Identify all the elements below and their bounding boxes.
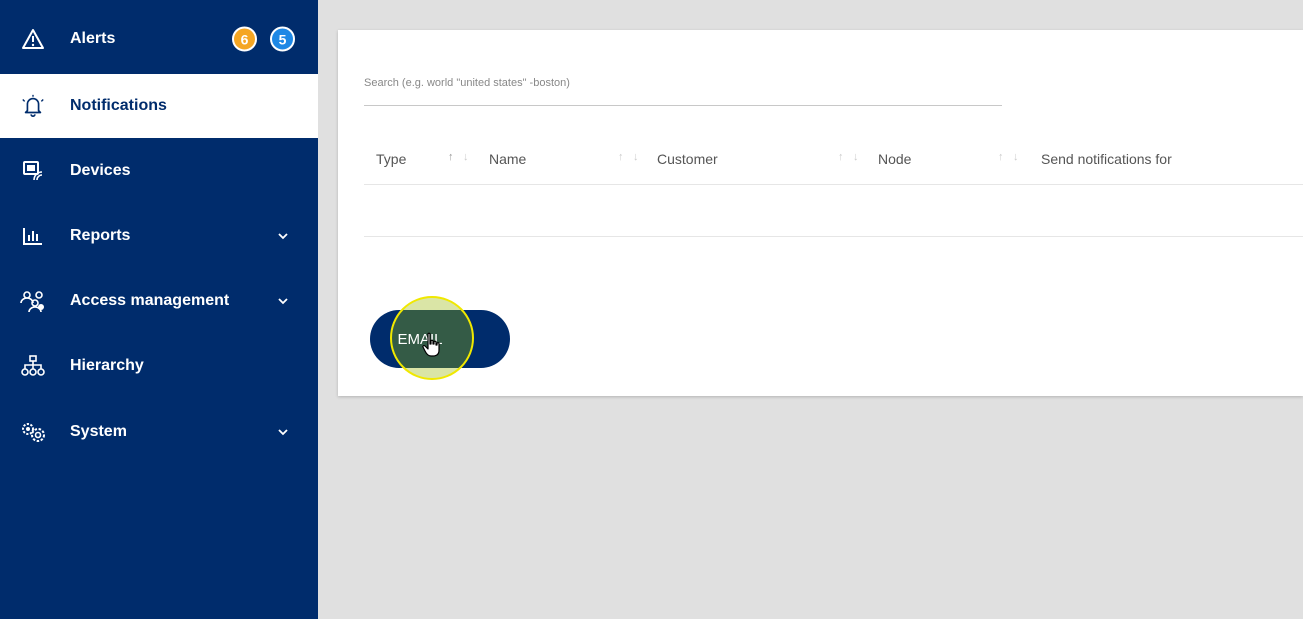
bell-icon bbox=[20, 93, 46, 119]
sidebar-item-label: Devices bbox=[70, 162, 131, 179]
column-header-type[interactable]: Type bbox=[376, 151, 406, 167]
sidebar-item-label: Alerts bbox=[70, 30, 116, 47]
sidebar-item-label: Hierarchy bbox=[70, 357, 144, 374]
table-empty-row-divider bbox=[364, 236, 1303, 237]
sort-desc-icon[interactable]: ↓ bbox=[1013, 151, 1019, 163]
sidebar-item-label: Reports bbox=[70, 227, 131, 244]
notifications-panel: Type ↑ ↓ Name ↑ ↓ Customer ↑ ↓ Node ↑ ↓ … bbox=[338, 30, 1303, 396]
sort-asc-icon[interactable]: ↑ bbox=[998, 151, 1004, 163]
warning-icon bbox=[20, 26, 46, 52]
sidebar-item-devices[interactable]: Devices bbox=[0, 140, 318, 202]
chevron-down-icon bbox=[278, 233, 288, 240]
hand-cursor-icon bbox=[422, 332, 440, 357]
sidebar-item-label: Notifications bbox=[70, 97, 167, 114]
hierarchy-icon bbox=[20, 353, 46, 379]
column-header-name[interactable]: Name bbox=[489, 151, 526, 167]
users-icon bbox=[20, 288, 46, 314]
notifications-count-badge: 5 bbox=[270, 26, 295, 52]
column-header-send-notifications-for[interactable]: Send notifications for bbox=[1041, 151, 1172, 167]
chevron-down-icon bbox=[278, 298, 288, 305]
sidebar-item-access-management[interactable]: Access management bbox=[0, 270, 318, 332]
gears-icon bbox=[20, 419, 46, 445]
sidebar-item-alerts[interactable]: Alerts 6 5 bbox=[0, 8, 318, 70]
sidebar-item-notifications[interactable]: Notifications bbox=[0, 74, 318, 138]
sort-asc-icon[interactable]: ↑ bbox=[448, 151, 454, 163]
sidebar-item-hierarchy[interactable]: Hierarchy bbox=[0, 335, 318, 397]
sidebar-item-system[interactable]: System bbox=[0, 401, 318, 463]
sort-desc-icon[interactable]: ↓ bbox=[463, 151, 469, 163]
sort-desc-icon[interactable]: ↓ bbox=[633, 151, 639, 163]
sort-asc-icon[interactable]: ↑ bbox=[838, 151, 844, 163]
alerts-count-badge: 6 bbox=[232, 26, 257, 52]
chevron-down-icon bbox=[278, 429, 288, 436]
sort-asc-icon[interactable]: ↑ bbox=[618, 151, 624, 163]
column-header-node[interactable]: Node bbox=[878, 151, 911, 167]
sidebar-item-reports[interactable]: Reports bbox=[0, 205, 318, 267]
sidebar: Alerts 6 5 Notifications Devices Reports… bbox=[0, 0, 318, 619]
sidebar-item-label: Access management bbox=[70, 292, 230, 309]
bar-chart-icon bbox=[20, 223, 46, 249]
devices-icon bbox=[20, 158, 46, 184]
search-input[interactable] bbox=[364, 60, 1002, 106]
column-header-customer[interactable]: Customer bbox=[657, 151, 718, 167]
table-header-divider bbox=[364, 184, 1303, 185]
sort-desc-icon[interactable]: ↓ bbox=[853, 151, 859, 163]
sidebar-item-label: System bbox=[70, 423, 127, 440]
